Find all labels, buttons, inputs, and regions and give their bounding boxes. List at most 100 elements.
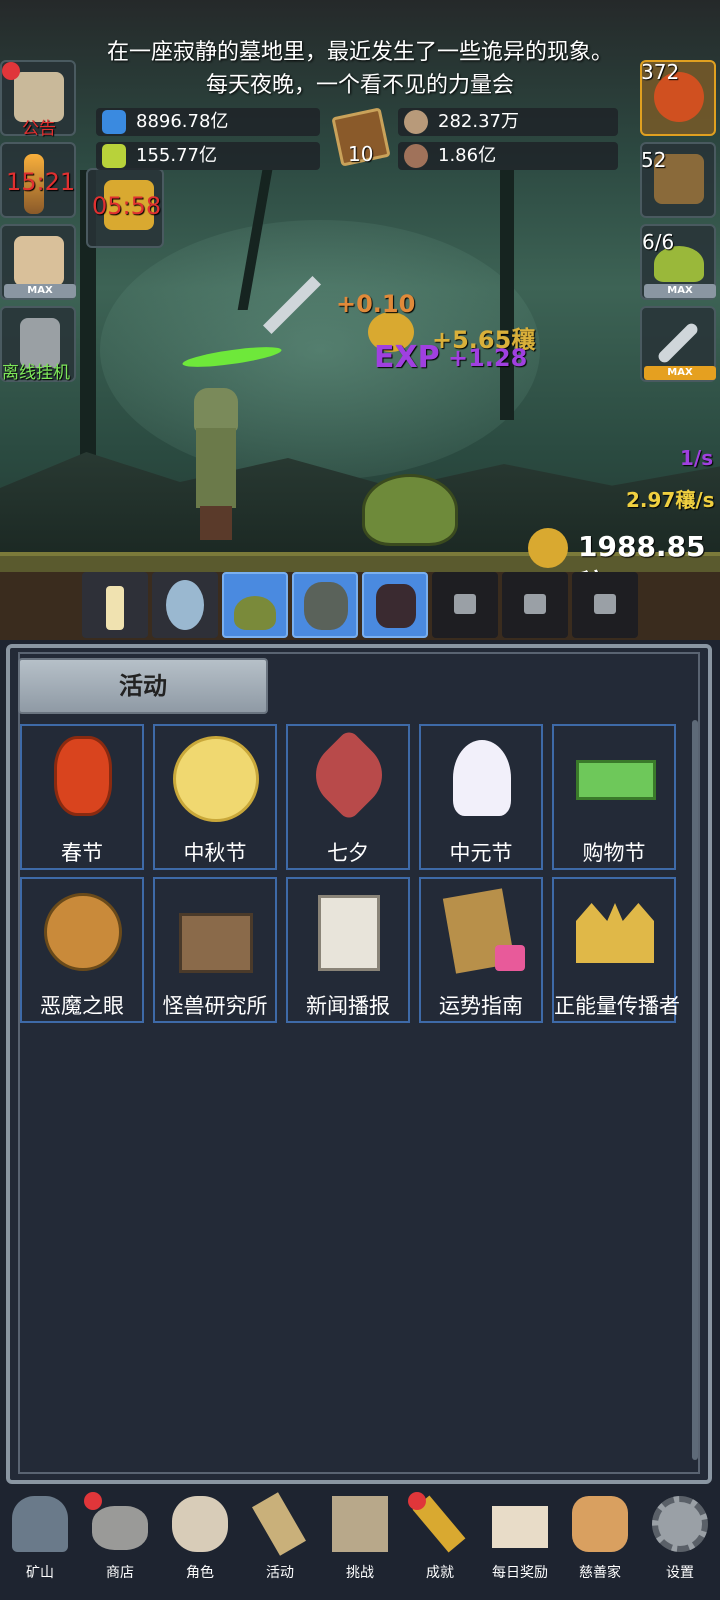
card-label: 新闻播报 xyxy=(306,994,390,1018)
tree-trunk xyxy=(500,170,514,420)
nav-activity[interactable]: 活动 xyxy=(240,1492,320,1592)
nav-challenge[interactable]: 挑战 xyxy=(320,1492,400,1592)
scroll-icon xyxy=(252,1492,306,1556)
story-line-2: 每天夜晚，一个看不见的力量会 xyxy=(205,73,514,98)
scrollbar[interactable] xyxy=(692,720,698,1460)
slime-button[interactable]: 6/6 MAX xyxy=(640,224,716,300)
coin-value: 282.37万 xyxy=(438,111,519,132)
nav-daily-reward[interactable]: 每日奖励 xyxy=(480,1492,560,1592)
slot-locked[interactable] xyxy=(432,572,498,638)
slot-candle[interactable] xyxy=(82,572,148,638)
seed-icon xyxy=(404,144,428,168)
slime-count: 6/6 xyxy=(642,230,675,254)
fortune-icon xyxy=(439,888,525,975)
blue-potion-value: 8896.78亿 xyxy=(136,111,229,132)
notification-dot xyxy=(84,1492,102,1510)
card-positive-energy[interactable]: 正能量传播者 xyxy=(552,877,680,1023)
exp-label: EXP xyxy=(374,340,440,375)
nav-mine[interactable]: 矿山 xyxy=(0,1492,80,1592)
slime-monster xyxy=(362,474,458,546)
egg-icon xyxy=(166,580,204,630)
zombie-head-icon xyxy=(304,582,348,630)
news-icon xyxy=(306,889,392,975)
card-label: 购物节 xyxy=(582,841,646,865)
card-shopping-festival[interactable]: 购物节 xyxy=(552,724,676,870)
golden-chest-button[interactable]: 05:58 xyxy=(86,168,164,248)
beer-mug-icon xyxy=(14,236,64,286)
offline-button[interactable]: 离线挂机 xyxy=(0,306,76,383)
nav-label: 挑战 xyxy=(346,1565,374,1581)
card-label: 运势指南 xyxy=(439,994,523,1018)
nav-shop[interactable]: 商店 xyxy=(80,1492,160,1592)
slot-locked[interactable] xyxy=(572,572,638,638)
tab-activity[interactable]: 活动 xyxy=(18,658,268,714)
nav-label: 角色 xyxy=(186,1565,214,1581)
blue-potion-resource: 8896.78亿 xyxy=(96,108,320,136)
treasure-chest-button[interactable]: 52 xyxy=(640,142,716,218)
card-label: 中元节 xyxy=(449,841,513,865)
card-fortune[interactable]: 运势指南 xyxy=(419,877,543,1023)
card-mid-autumn[interactable]: 中秋节 xyxy=(153,724,277,870)
slime-icon xyxy=(234,596,276,630)
lantern-icon xyxy=(12,1496,68,1552)
bat-icon xyxy=(376,584,416,628)
story-line-1: 在一座寂静的墓地里，最近发生了一些诡异的现象。 xyxy=(106,40,613,65)
story-text: 在一座寂静的墓地里，最近发生了一些诡异的现象。 每天夜晚，一个看不见的力量会 xyxy=(0,36,720,102)
max-badge: MAX xyxy=(4,284,76,298)
lab-icon xyxy=(173,889,259,975)
card-ghost-festival[interactable]: 中元节 xyxy=(419,724,543,870)
coin-resource: 282.37万 xyxy=(398,108,618,136)
max-badge: MAX xyxy=(644,284,716,298)
sword-button[interactable]: MAX xyxy=(640,306,716,382)
card-qixi[interactable]: 七夕 xyxy=(286,724,410,870)
nav-label: 慈善家 xyxy=(579,1565,621,1581)
lantern-icon xyxy=(40,736,126,822)
nav-achievement[interactable]: 成就 xyxy=(400,1492,480,1592)
heart-icon xyxy=(302,728,396,822)
card-label: 七夕 xyxy=(327,841,369,865)
card-label: 怪兽研究所 xyxy=(162,994,268,1018)
notice-button[interactable]: 公告 xyxy=(0,60,76,139)
card-monster-lab[interactable]: 怪兽研究所 xyxy=(153,877,277,1023)
slot-egg[interactable] xyxy=(152,572,218,638)
card-label: 正能量传播者 xyxy=(554,994,680,1018)
notification-dot xyxy=(2,62,20,80)
nav-character[interactable]: 角色 xyxy=(160,1492,240,1592)
notification-dot xyxy=(408,1492,426,1510)
card-label: 中秋节 xyxy=(183,841,247,865)
hero-legs xyxy=(200,506,232,540)
beer-button[interactable]: MAX xyxy=(0,224,76,300)
map-icon xyxy=(332,1496,388,1552)
red-potion-button[interactable]: 372 xyxy=(640,60,716,136)
green-potion-value: 155.77亿 xyxy=(136,145,217,166)
bread-icon xyxy=(572,1496,628,1552)
seed-value: 1.86亿 xyxy=(438,145,497,166)
card-news[interactable]: 新闻播报 xyxy=(286,877,410,1023)
book-button[interactable]: 10 xyxy=(330,107,392,170)
lock-icon xyxy=(454,594,476,614)
nav-philanthropist[interactable]: 慈善家 xyxy=(560,1492,640,1592)
slot-locked[interactable] xyxy=(502,572,568,638)
slot-zombie[interactable] xyxy=(292,572,358,638)
coin-icon xyxy=(404,110,428,134)
hero-hood xyxy=(194,388,238,432)
hero-character xyxy=(186,388,246,548)
max-badge: MAX xyxy=(644,366,716,380)
nav-label: 矿山 xyxy=(26,1565,54,1581)
offline-label: 离线挂机 xyxy=(2,363,70,383)
book-level: 10 xyxy=(348,142,374,166)
nav-settings[interactable]: 设置 xyxy=(640,1492,720,1592)
gold-rate: 2.97穰/s xyxy=(626,488,715,512)
slot-bat[interactable] xyxy=(362,572,428,638)
nav-label: 商店 xyxy=(106,1565,134,1581)
card-demon-eye[interactable]: 恶魔之眼 xyxy=(20,877,144,1023)
moon-icon xyxy=(173,736,259,822)
chest-timer: 05:58 xyxy=(92,192,162,220)
card-spring-festival[interactable]: 春节 xyxy=(20,724,144,870)
money-icon xyxy=(572,736,658,822)
torch-button[interactable]: 15:21 xyxy=(0,142,76,218)
green-potion-resource: 155.77亿 xyxy=(96,142,320,170)
hero-body xyxy=(196,428,236,508)
slot-slime[interactable] xyxy=(222,572,288,638)
letter-icon xyxy=(492,1506,548,1548)
